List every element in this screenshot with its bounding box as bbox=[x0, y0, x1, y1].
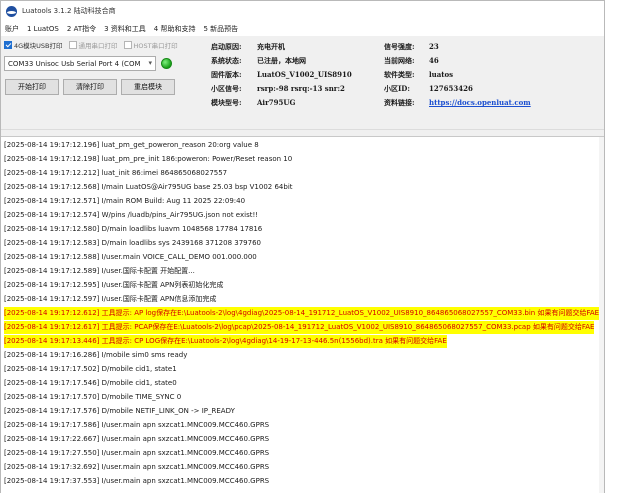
checkbox-uart-print-label: 通用串口打印 bbox=[78, 42, 118, 50]
network-value: 46 bbox=[429, 56, 439, 65]
chevron-down-icon[interactable]: ▾ bbox=[148, 59, 152, 67]
title-bar: Luatools 3.1.2 陆动科技合商 bbox=[1, 1, 604, 21]
log-line: [2025-08-14 19:17:17.576] D/mobile NETIF… bbox=[4, 407, 235, 415]
firmware-value: LuatOS_V1002_UIS8910 bbox=[257, 70, 352, 79]
checkbox-host-print-label: HOST串口打印 bbox=[133, 42, 178, 50]
restart-module-button[interactable]: 重启模块 bbox=[121, 79, 175, 95]
clear-print-button[interactable]: 清除打印 bbox=[63, 79, 117, 95]
checkbox-uart-print-box[interactable] bbox=[68, 41, 77, 49]
network-label: 当前网络: bbox=[384, 56, 415, 65]
sys-status-value: 已注册，本地网 bbox=[257, 56, 306, 65]
log-line: [2025-08-14 19:17:12.580] D/main loadlib… bbox=[4, 225, 263, 233]
software-label: 软件类型: bbox=[384, 70, 415, 79]
sys-status-label: 系统状态: bbox=[211, 56, 242, 65]
menu-bar: 账户 1 LuatOS 2 AT指令 3 资料和工具 4 帮助和支持 5 新品预… bbox=[1, 21, 604, 36]
log-line: [2025-08-14 19:17:17.502] D/mobile cid1,… bbox=[4, 365, 177, 373]
menu-help-support[interactable]: 4 帮助和支持 bbox=[150, 24, 200, 34]
log-line-highlighted: [2025-08-14 19:17:13.446] 工具提示: CP LOG保存… bbox=[4, 335, 447, 348]
boot-reason-value: 充电开机 bbox=[257, 42, 285, 51]
software-value: luatos bbox=[429, 70, 454, 79]
checkbox-usb-print[interactable]: 4G模块USB打印 bbox=[4, 40, 63, 50]
docs-link[interactable]: https://docs.openluat.com bbox=[429, 98, 531, 107]
checkbox-host-print[interactable]: HOST串口打印 bbox=[123, 40, 178, 50]
module-value: Air795UG bbox=[257, 98, 296, 107]
module-label: 模块型号: bbox=[211, 98, 242, 107]
checkbox-usb-print-label: 4G模块USB打印 bbox=[14, 42, 63, 50]
log-line: [2025-08-14 19:17:12.574] W/pins /luadb/… bbox=[4, 211, 259, 219]
firmware-label: 固件版本: bbox=[211, 70, 242, 79]
log-line: [2025-08-14 19:17:12.212] luat_init 86:i… bbox=[4, 169, 228, 177]
app-window: Luatools 3.1.2 陆动科技合商 账户 1 LuatOS 2 AT指令… bbox=[0, 0, 605, 493]
log-line: [2025-08-14 19:17:12.568] I/main LuatOS@… bbox=[4, 183, 293, 191]
log-line-highlighted: [2025-08-14 19:17:12.612] 工具提示: AP log保存… bbox=[4, 307, 600, 320]
log-line: [2025-08-14 19:17:12.588] I/user.main VO… bbox=[4, 253, 257, 261]
log-line: [2025-08-14 19:17:17.546] D/mobile cid1,… bbox=[4, 379, 177, 387]
log-line: [2025-08-14 19:17:12.198] luat_pm_pre_in… bbox=[4, 155, 293, 163]
docs-link-wrap: https://docs.openluat.com bbox=[429, 98, 531, 107]
cell-id-value: 127653426 bbox=[429, 84, 473, 93]
log-line: [2025-08-14 19:17:12.196] luat_pm_get_po… bbox=[4, 141, 259, 149]
log-line: [2025-08-14 19:17:17.570] D/mobile TIME_… bbox=[4, 393, 182, 401]
log-output[interactable]: [2025-08-14 19:17:12.196] luat_pm_get_po… bbox=[1, 136, 604, 493]
app-logo-icon bbox=[6, 5, 17, 17]
window-title: Luatools 3.1.2 陆动科技合商 bbox=[22, 7, 116, 15]
cell-info-value: rsrp:-98 rsrq:-13 snr:2 bbox=[257, 84, 345, 93]
log-line: [2025-08-14 19:17:12.597] I/user.国际卡配置 A… bbox=[4, 295, 217, 303]
control-panel: 4G模块USB打印 通用串口打印 HOST串口打印 COM33 Unisoc U… bbox=[1, 36, 604, 130]
signal-label: 信号强度: bbox=[384, 42, 415, 51]
print-mode-options: 4G模块USB打印 通用串口打印 HOST串口打印 bbox=[4, 40, 180, 50]
log-line: [2025-08-14 19:17:22.667] I/user.main ap… bbox=[4, 435, 270, 443]
menu-account[interactable]: 账户 bbox=[1, 24, 23, 34]
menu-new-products[interactable]: 5 新品预告 bbox=[199, 24, 242, 34]
log-line: [2025-08-14 19:17:37.553] I/user.main ap… bbox=[4, 477, 270, 485]
boot-reason-label: 启动原因: bbox=[211, 42, 242, 51]
cell-id-label: 小区ID: bbox=[384, 84, 410, 93]
checkbox-uart-print[interactable]: 通用串口打印 bbox=[68, 40, 118, 50]
port-select-value: COM33 Unisoc Usb Serial Port 4 (COM bbox=[8, 59, 141, 68]
log-scrollbar[interactable] bbox=[599, 137, 604, 493]
log-line: [2025-08-14 19:17:12.583] D/main loadlib… bbox=[4, 239, 261, 247]
log-line-highlighted: [2025-08-14 19:17:12.617] 工具提示: PCAP保存在E… bbox=[4, 321, 595, 334]
checkbox-host-print-box[interactable] bbox=[123, 41, 132, 49]
menu-resources-tools[interactable]: 3 资料和工具 bbox=[100, 24, 150, 34]
log-line: [2025-08-14 19:17:12.571] I/main ROM Bui… bbox=[4, 197, 246, 205]
checkbox-usb-print-box[interactable] bbox=[4, 41, 12, 49]
connection-status-icon bbox=[161, 58, 172, 69]
start-print-button[interactable]: 开始打印 bbox=[5, 79, 59, 95]
log-line: [2025-08-14 19:17:27.550] I/user.main ap… bbox=[4, 449, 270, 457]
port-select[interactable]: COM33 Unisoc Usb Serial Port 4 (COM ▾ bbox=[4, 56, 156, 71]
log-line: [2025-08-14 19:17:12.595] I/user.国际卡配置 A… bbox=[4, 281, 224, 289]
docs-label: 资料链接: bbox=[384, 98, 415, 107]
log-line: [2025-08-14 19:17:17.586] I/user.main ap… bbox=[4, 421, 270, 429]
log-line: [2025-08-14 19:17:32.692] I/user.main ap… bbox=[4, 463, 270, 471]
signal-value: 23 bbox=[429, 42, 439, 51]
menu-at-commands[interactable]: 2 AT指令 bbox=[63, 24, 100, 34]
log-line: [2025-08-14 19:17:12.589] I/user.国际卡配置 开… bbox=[4, 267, 195, 275]
log-line: [2025-08-14 19:17:16.286] I/mobile sim0 … bbox=[4, 351, 188, 359]
cell-info-label: 小区信号: bbox=[211, 84, 242, 93]
menu-luatos[interactable]: 1 LuatOS bbox=[23, 25, 63, 33]
